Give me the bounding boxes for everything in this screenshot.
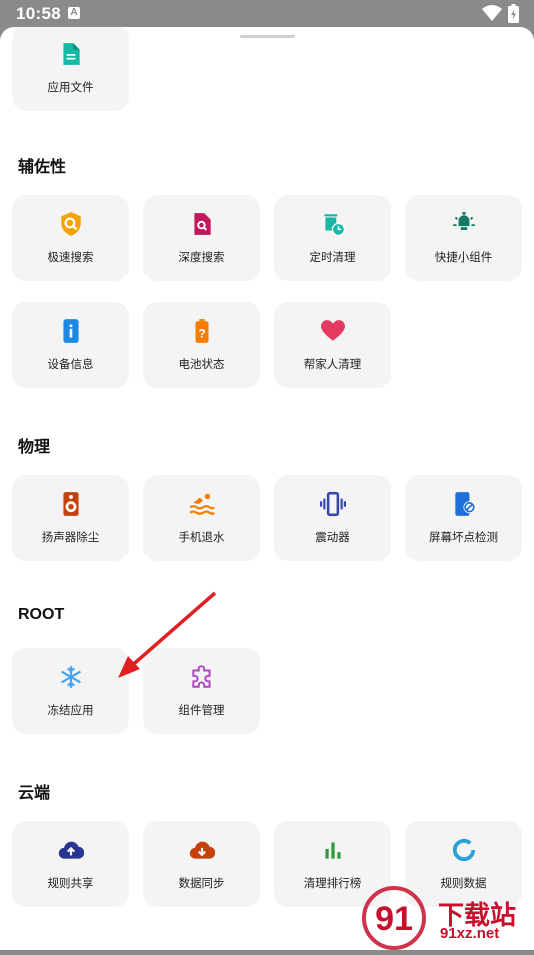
watermark-logo: 91 [358, 882, 430, 950]
tile-component-manager[interactable]: 组件管理 [143, 648, 260, 734]
tile-battery-status[interactable]: ? 电池状态 [143, 302, 260, 388]
bar-chart-icon [274, 837, 391, 863]
cloud-download-icon [143, 837, 260, 863]
vibration-icon [274, 491, 391, 517]
battery-charging-icon [508, 4, 519, 28]
file-icon [12, 41, 129, 67]
tile-label: 冻结应用 [47, 705, 94, 717]
tile-data-sync[interactable]: 数据同步 [143, 821, 260, 907]
tile-label: 数据同步 [178, 878, 225, 890]
shield-search-icon [12, 211, 129, 237]
svg-text:?: ? [198, 327, 205, 341]
tile-rule-share[interactable]: 规则共享 [12, 821, 129, 907]
tile-label: 极速搜索 [47, 252, 94, 264]
battery-icon: ? [143, 318, 260, 344]
tile-label: 设备信息 [47, 359, 94, 371]
tile-timed-clean[interactable]: 定时清理 [274, 195, 391, 281]
info-icon [12, 318, 129, 344]
watermark-url: 91xz.net [440, 925, 500, 942]
tools-sheet: 应用文件 辅佐性 极速搜索 深度搜索 定时清理 快捷小组件 设备信息 ? 电池状… [0, 27, 534, 950]
wifi-icon [482, 4, 502, 27]
svg-text:91: 91 [375, 900, 413, 938]
ring-chart-icon [405, 837, 522, 863]
tile-quick-widget[interactable]: 快捷小组件 [405, 195, 522, 281]
tile-label: 手机退水 [178, 532, 225, 544]
tile-label: 震动器 [315, 532, 350, 544]
tile-dead-pixel[interactable]: 屏幕坏点检测 [405, 475, 522, 561]
phone-block-icon [405, 491, 522, 517]
tile-label: 快捷小组件 [434, 252, 493, 264]
snowflake-icon [12, 664, 129, 690]
tile-device-info[interactable]: 设备信息 [12, 302, 129, 388]
drag-handle[interactable] [240, 35, 295, 38]
tile-label: 定时清理 [309, 252, 356, 264]
tile-app-files[interactable]: 应用文件 [12, 27, 129, 111]
tile-label: 应用文件 [47, 82, 94, 94]
lightbulb-icon [405, 211, 522, 237]
file-search-icon [143, 211, 260, 237]
tile-label: 帮家人清理 [303, 359, 362, 371]
tile-water-eject[interactable]: 手机退水 [143, 475, 260, 561]
puzzle-icon [143, 664, 260, 690]
notification-icon: A [68, 7, 80, 19]
tile-deep-search[interactable]: 深度搜索 [143, 195, 260, 281]
status-time: 10:58 [16, 4, 61, 23]
swimmer-icon [143, 491, 260, 517]
tile-label: 扬声器除尘 [41, 532, 100, 544]
cloud-upload-icon [12, 837, 129, 863]
tile-label: 规则共享 [47, 878, 94, 890]
tile-label: 电池状态 [178, 359, 225, 371]
heart-icon [274, 318, 391, 344]
section-title-root: ROOT [18, 606, 65, 623]
tile-label: 屏幕坏点检测 [429, 532, 498, 544]
section-title-physics: 物理 [18, 439, 51, 456]
tile-label: 深度搜索 [178, 252, 225, 264]
speaker-icon [12, 491, 129, 517]
timed-trash-icon [274, 211, 391, 237]
section-title-accessibility: 辅佐性 [18, 159, 67, 176]
section-title-cloud: 云端 [18, 785, 51, 802]
tile-vibrator[interactable]: 震动器 [274, 475, 391, 561]
tile-freeze-app[interactable]: 冻结应用 [12, 648, 129, 734]
tile-label: 组件管理 [178, 705, 225, 717]
tile-family-clean[interactable]: 帮家人清理 [274, 302, 391, 388]
status-bar: 10:58 A [0, 0, 534, 27]
tile-speaker-clean[interactable]: 扬声器除尘 [12, 475, 129, 561]
tile-fast-search[interactable]: 极速搜索 [12, 195, 129, 281]
